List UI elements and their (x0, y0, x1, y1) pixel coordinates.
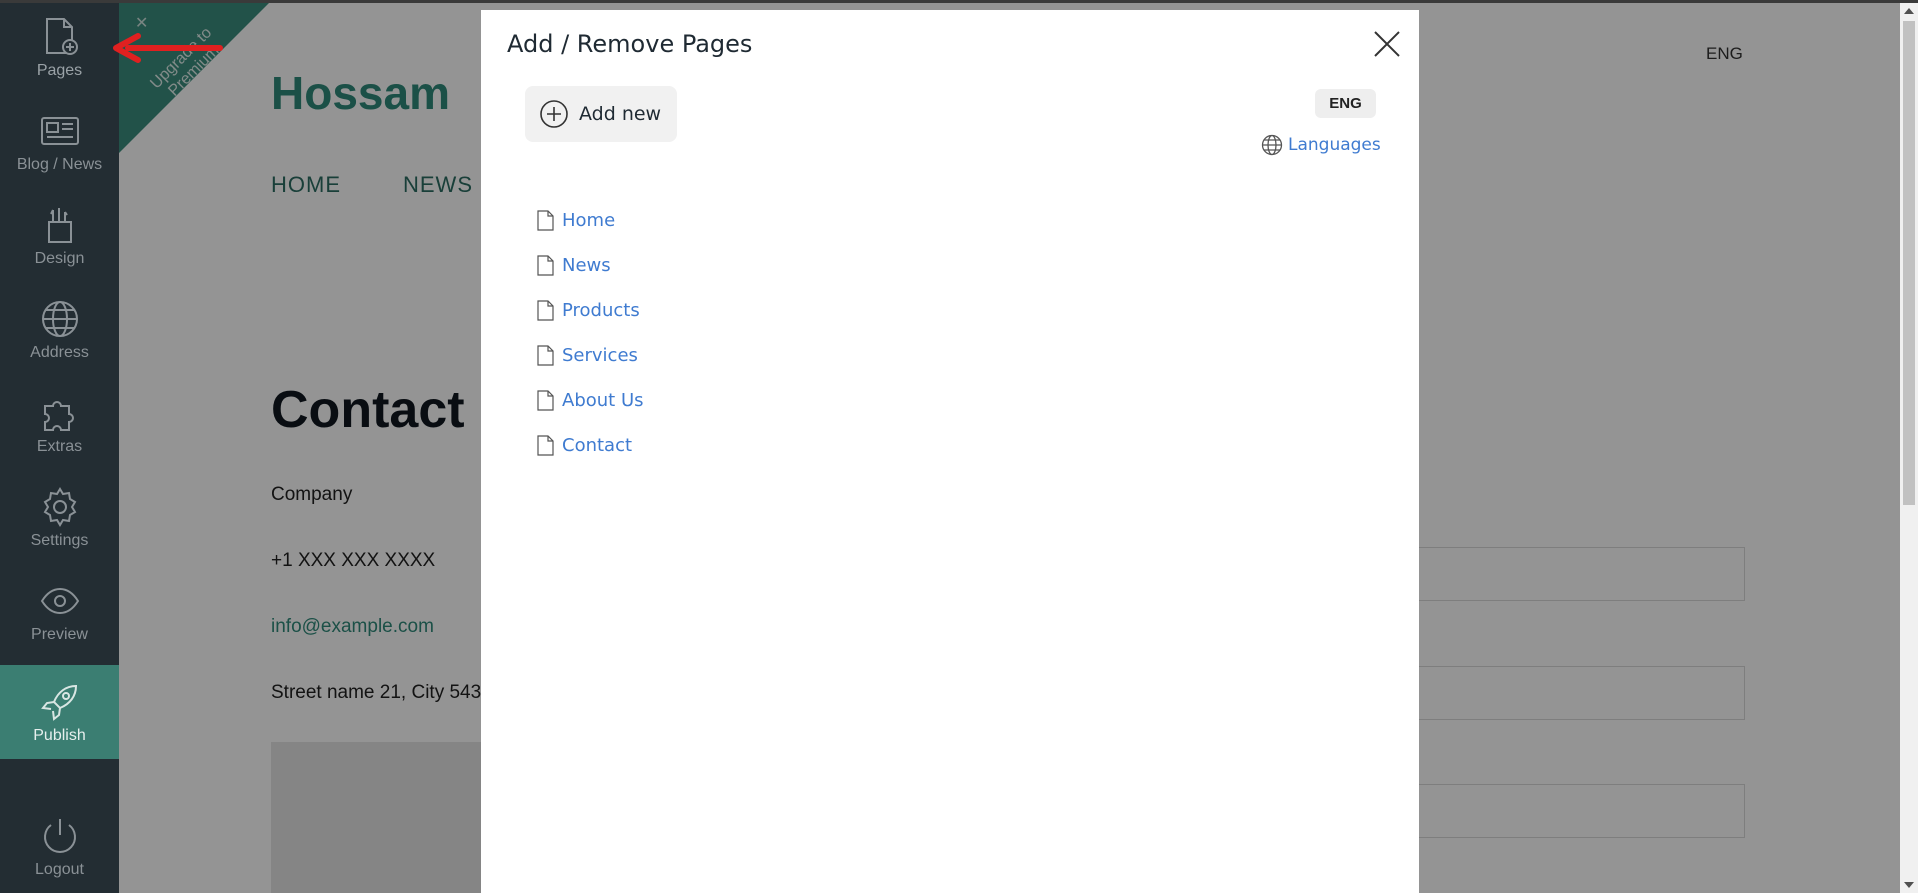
sidebar-item-preview[interactable]: Preview (0, 564, 119, 658)
scroll-thumb[interactable] (1903, 21, 1915, 505)
file-icon (537, 390, 554, 411)
sidebar-item-label: Extras (36, 438, 83, 455)
eye-icon (40, 587, 79, 615)
language-badge[interactable]: ENG (1315, 89, 1376, 118)
page-item-products[interactable]: Products (537, 288, 644, 333)
modal-title: Add / Remove Pages (507, 30, 753, 58)
newspaper-icon (40, 117, 79, 145)
page-item-home[interactable]: Home (537, 198, 644, 243)
close-icon[interactable] (1371, 28, 1403, 60)
sidebar-item-label: Publish (33, 727, 86, 744)
scroll-down-icon[interactable] (1904, 882, 1914, 888)
page-item-label[interactable]: News (562, 255, 611, 276)
file-icon (537, 435, 554, 456)
sidebar-item-publish[interactable]: Publish (0, 665, 119, 759)
sidebar-item-label: Blog / News (16, 156, 103, 173)
sidebar-item-settings[interactable]: Settings (0, 470, 119, 564)
languages-label: Languages (1288, 135, 1381, 155)
power-icon (43, 819, 76, 853)
file-icon (537, 300, 554, 321)
page-item-label[interactable]: About Us (562, 390, 644, 411)
page-item-label[interactable]: Home (562, 210, 615, 231)
sidebar-item-label: Settings (30, 532, 89, 549)
globe-icon (1261, 134, 1283, 156)
plus-circle-icon (540, 100, 568, 128)
logout-label: Logout (35, 861, 84, 878)
sidebar-item-design[interactable]: Design (0, 188, 119, 282)
top-border (0, 0, 1918, 3)
sidebar-item-blog[interactable]: Blog / News (0, 94, 119, 188)
add-new-label: Add new (579, 103, 662, 125)
page-item-label[interactable]: Services (562, 345, 638, 366)
gear-icon (43, 487, 76, 527)
sidebar-item-extras[interactable]: Extras (0, 376, 119, 470)
file-icon (537, 210, 554, 231)
brush-icon (47, 208, 72, 243)
page-item-services[interactable]: Services (537, 333, 644, 378)
page-list: Home News Products Services About Us Con… (537, 198, 644, 468)
languages-link[interactable]: Languages (1261, 134, 1381, 156)
puzzle-icon (43, 401, 74, 431)
sidebar: Pages Blog / News Design Address Extras … (0, 0, 119, 893)
page-item-contact[interactable]: Contact (537, 423, 644, 468)
add-new-button[interactable]: Add new (525, 86, 677, 142)
sidebar-item-label: Preview (31, 626, 88, 643)
pages-modal: Add / Remove Pages Add new ENG Languages… (481, 10, 1419, 893)
page-add-icon (45, 18, 78, 55)
sidebar-item-pages[interactable]: Pages (0, 0, 119, 94)
file-icon (537, 345, 554, 366)
logout-button[interactable]: Logout (0, 799, 119, 893)
sidebar-item-label: Pages (36, 62, 83, 79)
sidebar-item-label: Design (34, 250, 85, 267)
scroll-up-icon[interactable] (1904, 8, 1914, 14)
sidebar-item-address[interactable]: Address (0, 282, 119, 376)
page-item-about-us[interactable]: About Us (537, 378, 644, 423)
page-scrollbar[interactable] (1900, 3, 1918, 893)
rocket-icon (40, 684, 77, 721)
page-item-news[interactable]: News (537, 243, 644, 288)
red-arrow-icon (113, 33, 223, 63)
sidebar-item-label: Address (30, 344, 89, 361)
globe-icon (41, 301, 78, 337)
file-icon (537, 255, 554, 276)
page-item-label[interactable]: Contact (562, 435, 632, 456)
page-item-label[interactable]: Products (562, 300, 640, 321)
